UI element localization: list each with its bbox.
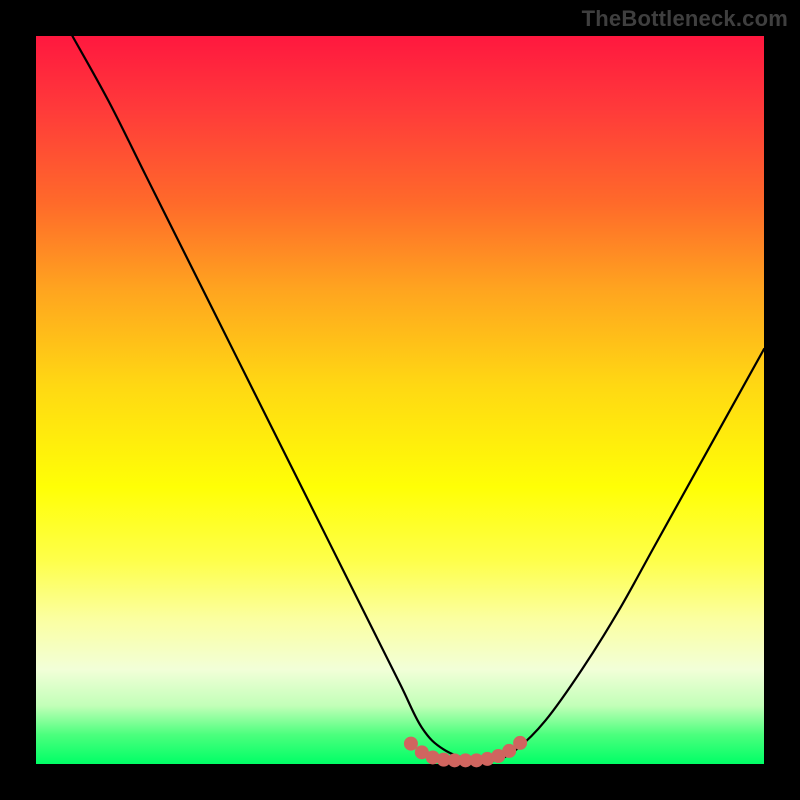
- chart-container: TheBottleneck.com: [0, 0, 800, 800]
- optimum-marker: [404, 737, 418, 751]
- watermark-text: TheBottleneck.com: [582, 6, 788, 32]
- curve-layer: [36, 36, 764, 764]
- optimum-markers: [404, 736, 527, 767]
- plot-area: [36, 36, 764, 764]
- optimum-marker: [513, 736, 527, 750]
- bottleneck-curve: [72, 36, 764, 762]
